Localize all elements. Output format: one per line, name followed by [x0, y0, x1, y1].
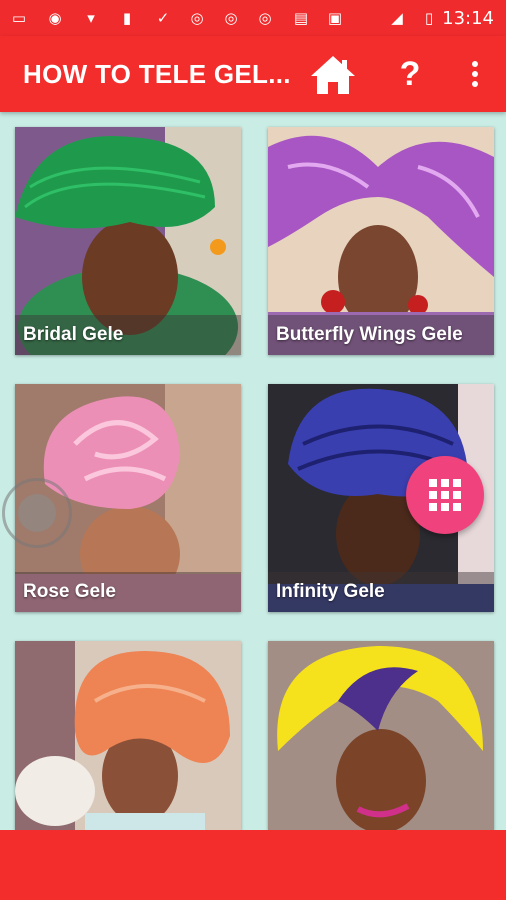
chrome-icon: ◎ [190, 9, 204, 27]
status-bar: ▭ ◉ ▾ ▮ ✓ ◎ ◎ ◎ ▤ ▣ ◢ ▯ 13:14 [0, 0, 506, 36]
battery-icon: ▯ [424, 9, 434, 27]
card-butterfly-wings-gele[interactable]: Butterfly Wings Gele [268, 127, 494, 355]
more-vert-icon[interactable] [466, 58, 484, 90]
bottom-banner [0, 830, 506, 900]
card-bridal-gele[interactable]: Bridal Gele [15, 127, 241, 355]
whatsapp-icon: ◉ [48, 9, 62, 27]
signal-icon: ◢ [391, 9, 403, 27]
news-icon: ▮ [122, 9, 132, 27]
chrome-icon: ◎ [258, 9, 272, 27]
help-button[interactable]: ? [395, 50, 425, 98]
card-caption: Rose Gele [23, 581, 116, 602]
orange-gele-photo [15, 641, 241, 830]
card-caption: Butterfly Wings Gele [276, 324, 463, 345]
app-title: HOW TO TELE GEL... [23, 59, 291, 89]
touch-indicator [2, 478, 72, 548]
grid-apps-icon [429, 479, 461, 511]
card-caption: Infinity Gele [276, 581, 385, 602]
p-app-icon: ▣ [327, 9, 343, 27]
check-icon: ✓ [156, 9, 170, 27]
message-icon: ▭ [11, 9, 27, 27]
card-caption: Bridal Gele [23, 324, 124, 345]
sms-icon: ▤ [293, 9, 309, 27]
chrome-icon: ◎ [224, 9, 238, 27]
card-gele-6[interactable] [268, 641, 494, 830]
yellow-gele-photo [268, 641, 494, 830]
status-time: 13:14 [442, 8, 494, 29]
app-bar: HOW TO TELE GEL... ? [0, 36, 506, 112]
shirt-icon: ▾ [87, 9, 95, 27]
home-button[interactable] [309, 54, 357, 96]
grid-apps-fab[interactable] [406, 456, 484, 534]
home-icon [311, 56, 355, 94]
card-gele-5[interactable] [15, 641, 241, 830]
